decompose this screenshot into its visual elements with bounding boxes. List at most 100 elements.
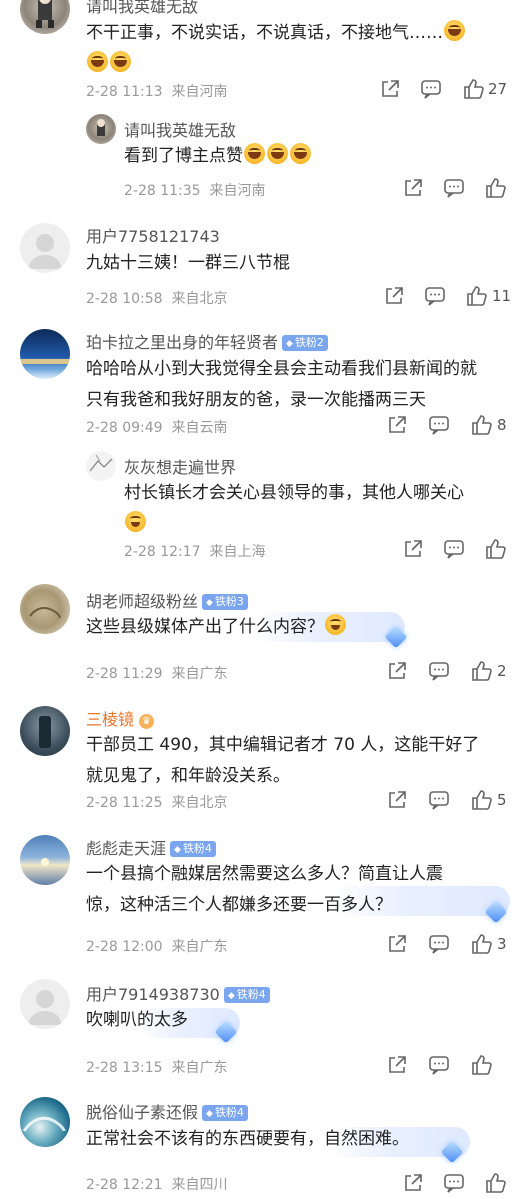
crown-icon: ♛ <box>139 714 155 729</box>
like-icon[interactable] <box>465 285 487 307</box>
avatar[interactable] <box>86 114 116 144</box>
like-icon[interactable] <box>484 538 506 560</box>
like-icon[interactable] <box>470 1054 492 1076</box>
like-count: 5 <box>497 791 507 809</box>
share-icon[interactable] <box>386 1054 408 1076</box>
painting-avatar-icon <box>29 607 61 619</box>
avatar[interactable] <box>20 706 70 756</box>
like-icon[interactable] <box>470 933 492 955</box>
comment-meta: 2-28 10:58 来自北京 <box>86 291 228 307</box>
username[interactable]: 三棱镜 ♛ <box>86 706 155 730</box>
avatar[interactable] <box>20 835 70 885</box>
comment-meta: 2-28 09:49 来自云南 <box>86 420 228 436</box>
comment-meta: 2-28 13:15 来自广东 <box>86 1060 228 1076</box>
grin-emoji-icon <box>290 143 311 164</box>
avatar-figure-icon <box>97 119 105 136</box>
like-count: 3 <box>497 935 507 953</box>
share-icon[interactable] <box>402 538 424 560</box>
avatar[interactable] <box>20 0 70 34</box>
comment-text: 哈哈哈从小到大我觉得全县会主动看我们县新闻的就 只有我爸和我好朋友的爸，录一次能播… <box>86 359 477 410</box>
like-icon[interactable] <box>462 78 484 100</box>
comment-icon[interactable] <box>428 414 450 436</box>
fan-badge: ◆ 铁粉4 <box>170 841 216 857</box>
comment-text: 吹喇叭的太多 <box>86 1010 188 1030</box>
landscape-icon <box>20 359 70 364</box>
avatar-figure-icon <box>36 0 54 28</box>
like-icon[interactable] <box>470 789 492 811</box>
comment-icon[interactable] <box>428 789 450 811</box>
comment-text: 一个县搞个融媒居然需要这么多人？简直让人震 惊，这种活三个人都嫌多还要一百多人？ <box>86 864 443 915</box>
comment-text: 不干正事，不说实话，不说真话，不接地气…… <box>86 18 466 80</box>
comment-meta: 2-28 12:17 来自上海 <box>124 544 266 560</box>
share-icon[interactable] <box>386 789 408 811</box>
sketch-avatar-icon <box>89 454 113 472</box>
username[interactable]: 彪彪走天涯 ◆ 铁粉4 <box>86 835 216 859</box>
fan-badge: ◆ 铁粉2 <box>282 335 328 351</box>
default-avatar-icon <box>28 990 62 1025</box>
wave-avatar-icon <box>22 1116 66 1132</box>
like-count: 27 <box>488 80 508 98</box>
username[interactable]: 请叫我英雄无敌 <box>124 117 236 141</box>
sky-avatar-icon <box>41 858 49 866</box>
grin-emoji-icon <box>444 20 465 41</box>
grin-emoji-icon <box>87 51 108 72</box>
username[interactable]: 珀卡拉之里出身的年轻贤者 ◆ 铁粉2 <box>86 329 328 353</box>
comment-icon[interactable] <box>420 78 442 100</box>
comment-meta: 2-28 11:25 来自北京 <box>86 795 228 811</box>
avatar[interactable] <box>20 584 70 634</box>
username[interactable]: 脱俗仙子素还假 ◆ 铁粉4 <box>86 1099 248 1123</box>
comment-meta: 2-28 11:13 来自河南 <box>86 84 228 100</box>
comment-icon[interactable] <box>428 660 450 682</box>
username[interactable]: 胡老师超级粉丝 ◆ 铁粉3 <box>86 588 248 612</box>
fan-badge: ◆ 铁粉3 <box>202 594 248 610</box>
username[interactable]: 灰灰想走遍世界 <box>124 454 236 478</box>
comment-meta: 2-28 12:00 来自广东 <box>86 939 228 955</box>
comment-text: 这些县级媒体产出了什么内容？ <box>86 612 347 643</box>
comment-text: 正常社会不该有的东西硬要有，自然困难。 <box>86 1129 409 1149</box>
comment-meta: 2-28 12:21 来自四川 <box>86 1177 228 1193</box>
comment-icon[interactable] <box>443 538 465 560</box>
comment-text: 看到了博主点赞 <box>124 141 312 172</box>
comment-text: 干部员工 490，其中编辑记者才 70 人，这能干好了 就见鬼了，和年龄没关系。 <box>86 735 480 786</box>
avatar[interactable] <box>86 451 116 481</box>
avatar[interactable] <box>20 1097 70 1147</box>
avatar[interactable] <box>20 223 70 273</box>
fan-badge: ◆ 铁粉4 <box>202 1105 248 1121</box>
laugh-cry-emoji-icon <box>125 511 146 532</box>
comment-text: 九姑十三姨！一群三八节棍 <box>86 253 290 273</box>
comment-meta: 2-28 11:35 来自河南 <box>124 183 266 199</box>
share-icon[interactable] <box>402 1172 424 1194</box>
like-icon[interactable] <box>484 177 506 199</box>
comment-text: 村长镇长才会关心县领导的事，其他人哪关心 <box>124 478 464 540</box>
like-icon[interactable] <box>470 414 492 436</box>
fan-badge: ◆ 铁粉4 <box>223 987 270 1003</box>
grin-emoji-icon <box>244 143 265 164</box>
share-icon[interactable] <box>386 660 408 682</box>
share-icon[interactable] <box>386 414 408 436</box>
laugh-cry-emoji-icon <box>325 614 346 635</box>
like-count: 8 <box>497 416 507 434</box>
username[interactable]: 用户7914938730 ◆ 铁粉4 <box>86 981 270 1005</box>
comment-meta: 2-28 11:29 来自广东 <box>86 666 228 682</box>
grin-emoji-icon <box>267 143 288 164</box>
avatar[interactable] <box>20 979 70 1029</box>
comment-icon[interactable] <box>428 1054 450 1076</box>
username[interactable]: 请叫我英雄无敌 <box>86 0 198 17</box>
grin-emoji-icon <box>110 51 131 72</box>
comment-icon[interactable] <box>428 933 450 955</box>
comment-icon[interactable] <box>424 285 446 307</box>
share-icon[interactable] <box>402 177 424 199</box>
default-avatar-icon <box>28 234 62 269</box>
comment-icon[interactable] <box>443 177 465 199</box>
comment-icon[interactable] <box>443 1172 465 1194</box>
avatar[interactable] <box>20 329 70 379</box>
like-count: 11 <box>492 287 512 305</box>
like-count: 2 <box>497 662 507 680</box>
share-icon[interactable] <box>379 78 401 100</box>
like-icon[interactable] <box>484 1172 506 1194</box>
statue-avatar-icon <box>39 716 51 748</box>
share-icon[interactable] <box>386 933 408 955</box>
username[interactable]: 用户7758121743 <box>86 223 220 247</box>
share-icon[interactable] <box>383 285 405 307</box>
like-icon[interactable] <box>470 660 492 682</box>
